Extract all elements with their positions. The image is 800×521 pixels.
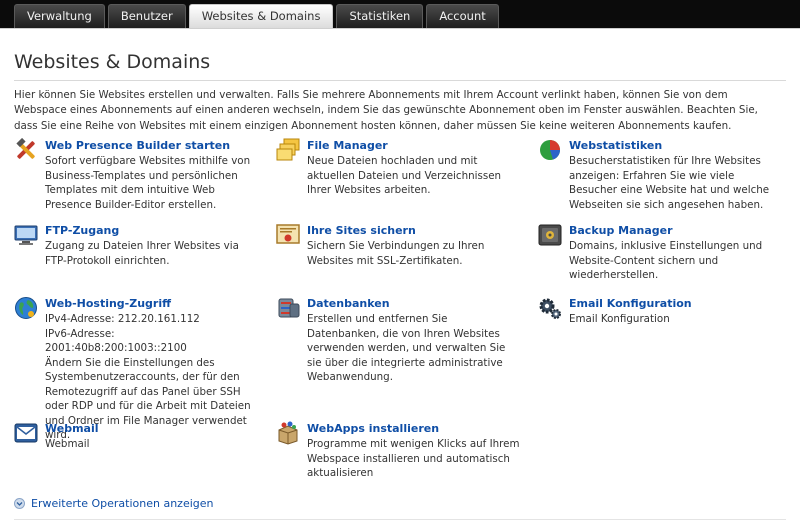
file-manager-link[interactable]: File Manager xyxy=(307,139,521,153)
ihre-sites-sichern-description: Sichern Sie Verbindungen zu Ihren Websit… xyxy=(307,240,485,267)
tool-webmail: Webmail Webmail xyxy=(14,421,259,452)
page-title: Websites & Domains xyxy=(14,51,211,73)
ipv6-address: IPv6-Adresse: 2001:40b8:200:1003::2100 xyxy=(45,327,187,355)
ftp-zugang-link[interactable]: FTP-Zugang xyxy=(45,224,259,238)
tool-ftp-zugang: FTP-Zugang Zugang zu Dateien Ihrer Websi… xyxy=(14,223,259,268)
tab-account[interactable]: Account xyxy=(426,4,499,28)
advanced-operations-toggle[interactable]: Erweiterte Operationen anzeigen xyxy=(14,497,213,510)
backup-manager-description: Domains, inklusive Einstellungen und Web… xyxy=(569,240,763,281)
tool-webapps-installieren: WebApps installieren Programme mit wenig… xyxy=(276,421,521,481)
email-konfiguration-description: Email Konfiguration xyxy=(569,313,670,325)
web-presence-builder-description: Sofort verfügbare Websites mithilfe von … xyxy=(45,155,251,211)
expand-arrow-icon xyxy=(14,498,25,509)
top-navigation: Verwaltung Benutzer Websites & Domains S… xyxy=(0,0,800,28)
tool-ihre-sites-sichern: Ihre Sites sichern Sichern Sie Verbindun… xyxy=(276,223,521,268)
wrench-hammer-icon[interactable] xyxy=(14,138,38,162)
webapps-installieren-description: Programme mit wenigen Klicks auf Ihrem W… xyxy=(307,438,520,479)
bottom-divider xyxy=(14,519,786,520)
envelope-icon[interactable] xyxy=(14,421,38,445)
ftp-zugang-description: Zugang zu Dateien Ihrer Websites via FTP… xyxy=(45,240,239,267)
datenbanken-link[interactable]: Datenbanken xyxy=(307,297,521,311)
tab-verwaltung[interactable]: Verwaltung xyxy=(14,4,105,28)
tab-bar: Verwaltung Benutzer Websites & Domains S… xyxy=(14,4,502,28)
tool-email-konfiguration: Email Konfiguration Email Konfiguration xyxy=(538,296,783,327)
tool-datenbanken: Datenbanken Erstellen und entfernen Sie … xyxy=(276,296,521,385)
main-content: Websites & Domains Hier können Sie Websi… xyxy=(0,28,800,521)
tab-statistiken[interactable]: Statistiken xyxy=(336,4,424,28)
datenbanken-description: Erstellen und entfernen Sie Datenbanken,… xyxy=(307,313,506,383)
tool-backup-manager: Backup Manager Domains, inklusive Einste… xyxy=(538,223,783,283)
webapps-installieren-link[interactable]: WebApps installieren xyxy=(307,422,521,436)
globe-icon[interactable] xyxy=(14,296,38,320)
tab-benutzer[interactable]: Benutzer xyxy=(107,4,186,28)
webmail-link[interactable]: Webmail xyxy=(45,422,259,436)
file-manager-description: Neue Dateien hochladen und mit aktuellen… xyxy=(307,155,502,196)
database-icon[interactable] xyxy=(276,296,300,320)
backup-safe-icon[interactable] xyxy=(538,223,562,247)
ftp-monitor-icon[interactable] xyxy=(14,223,38,247)
webmail-description: Webmail xyxy=(45,438,90,450)
app-box-icon[interactable] xyxy=(276,421,300,445)
certificate-icon[interactable] xyxy=(276,223,300,247)
web-hosting-zugriff-link[interactable]: Web-Hosting-Zugriff xyxy=(45,297,259,311)
page-description: Hier können Sie Websites erstellen und v… xyxy=(14,89,758,132)
email-konfiguration-link[interactable]: Email Konfiguration xyxy=(569,297,783,311)
web-presence-builder-link[interactable]: Web Presence Builder starten xyxy=(45,139,259,153)
advanced-operations-label: Erweiterte Operationen anzeigen xyxy=(31,497,214,510)
gears-icon[interactable] xyxy=(538,296,562,320)
pie-chart-icon[interactable] xyxy=(538,138,562,162)
title-divider xyxy=(14,80,786,81)
ihre-sites-sichern-link[interactable]: Ihre Sites sichern xyxy=(307,224,521,238)
ipv4-address: IPv4-Adresse: 212.20.161.112 xyxy=(45,313,200,325)
tool-file-manager: File Manager Neue Dateien hochladen und … xyxy=(276,138,521,198)
webstatistiken-link[interactable]: Webstatistiken xyxy=(569,139,783,153)
webstatistiken-description: Besucherstatistiken für Ihre Websites an… xyxy=(569,155,770,211)
tool-webstatistiken: Webstatistiken Besucherstatistiken für I… xyxy=(538,138,783,212)
backup-manager-link[interactable]: Backup Manager xyxy=(569,224,783,238)
folders-icon[interactable] xyxy=(276,138,300,162)
tab-websites-domains[interactable]: Websites & Domains xyxy=(188,4,334,28)
tool-web-presence-builder: Web Presence Builder starten Sofort verf… xyxy=(14,138,259,212)
